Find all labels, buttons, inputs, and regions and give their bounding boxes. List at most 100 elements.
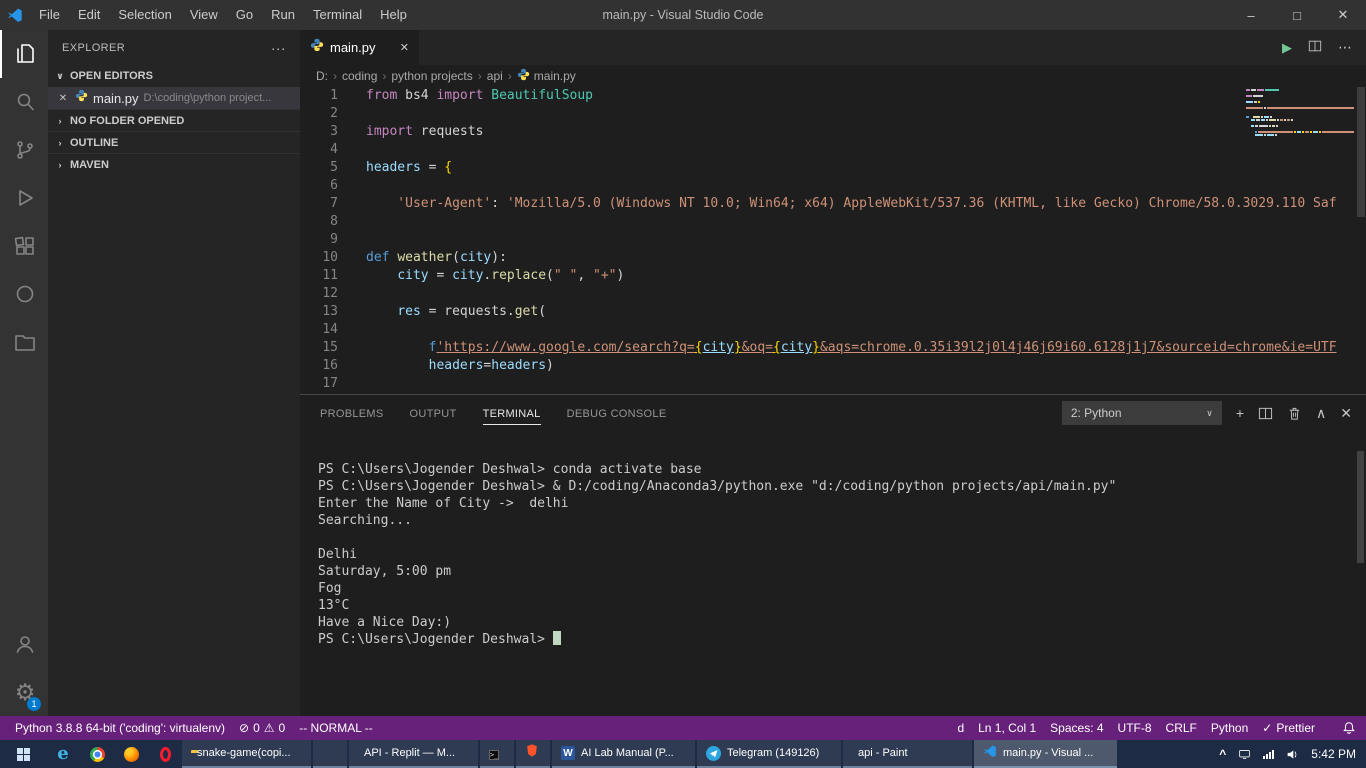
taskbar-item-ai-lab-manual-p[interactable]: W AI Lab Manual (P... (552, 740, 695, 768)
panel-tab-debug-console[interactable]: DEBUG CONSOLE (567, 402, 667, 425)
menu-edit[interactable]: Edit (69, 0, 109, 30)
breadcrumb-item-d[interactable]: D: (316, 69, 328, 83)
tab-label: main.py (330, 40, 376, 55)
firefox-icon[interactable] (114, 740, 148, 768)
breadcrumb-item-python-projects[interactable]: python projects (391, 69, 472, 83)
taskbar-item-main-py-visual[interactable]: main.py - Visual ... (974, 740, 1117, 768)
minimize-button[interactable]: – (1228, 0, 1274, 30)
settings-gear-icon[interactable]: ⚙ 1 (0, 668, 48, 716)
taskbar-item-telegram-149126[interactable]: Telegram (149126) (697, 740, 841, 768)
open-editors-header[interactable]: ∨ OPEN EDITORS (48, 65, 300, 87)
status-ln-1-col-1[interactable]: Ln 1, Col 1 (971, 721, 1043, 735)
code-line: 10 def weather(city): (300, 249, 1366, 267)
opera-icon[interactable] (148, 740, 182, 768)
status-python[interactable]: Python (1204, 721, 1255, 735)
python-file-icon (517, 68, 530, 84)
circle-icon[interactable] (0, 270, 48, 318)
status-prettier[interactable]: ✓ Prettier (1255, 721, 1322, 735)
terminal-shell-select[interactable]: 2: Python ∨ (1061, 401, 1222, 425)
new-terminal-icon[interactable]: + (1236, 405, 1244, 421)
windows-taskbar: e snake-game(copi... API - Replit — M... >… (0, 740, 1366, 768)
more-actions-icon[interactable]: ⋯ (1338, 39, 1352, 56)
menu-go[interactable]: Go (227, 0, 262, 30)
breadcrumb-item-api[interactable]: api (487, 69, 503, 83)
extensions-icon[interactable] (0, 222, 48, 270)
network-icon[interactable] (1263, 749, 1275, 759)
status-crlf[interactable]: CRLF (1159, 721, 1204, 735)
split-editor-icon[interactable] (1308, 39, 1322, 56)
minimap[interactable] (1246, 89, 1354, 140)
terminal-scrollbar[interactable] (1357, 451, 1364, 563)
split-terminal-icon[interactable] (1258, 406, 1273, 421)
close-icon[interactable]: ✕ (56, 93, 70, 104)
clock[interactable]: 5:42 PM (1311, 747, 1356, 761)
chrome-icon[interactable] (80, 740, 114, 768)
status-utf-8[interactable]: UTF-8 (1111, 721, 1159, 735)
line-number: 17 (322, 376, 338, 391)
open-editor-path: D:\coding\python project... (143, 92, 272, 104)
menu-terminal[interactable]: Terminal (304, 0, 371, 30)
terminal-prompt-line: PS C:\Users\Jogender Deshwal> (318, 631, 1366, 648)
code-editor[interactable]: 1 from bs4 import BeautifulSoup 2 3 import r… (300, 87, 1366, 394)
menu-run[interactable]: Run (262, 0, 304, 30)
account-icon[interactable] (0, 620, 48, 668)
code-text: res = requests.get( (397, 304, 547, 319)
chevron-down-icon: ∨ (1206, 407, 1213, 418)
run-python-file-button[interactable]: ▶ (1282, 40, 1292, 56)
maximize-panel-icon[interactable]: ∧ (1316, 405, 1326, 422)
terminal-output[interactable]: PS C:\Users\Jogender Deshwal> conda acti… (300, 431, 1366, 648)
terminal-line: Enter the Name of City -> delhi (318, 496, 569, 511)
cmd-icon: >_ (489, 750, 500, 760)
notifications-bell-icon[interactable] (1342, 721, 1366, 735)
menu-file[interactable]: File (30, 0, 69, 30)
edge-icon[interactable]: e (46, 740, 80, 768)
panel-tab-problems[interactable]: PROBLEMS (320, 402, 384, 425)
sidebar-section-maven[interactable]: › MAVEN (48, 153, 300, 175)
taskbar-item-cmd-icon[interactable]: >_ (480, 740, 514, 768)
editor-actions: ▶ ⋯ (1282, 30, 1366, 65)
breadcrumb-item-main-py[interactable]: main.py (517, 68, 576, 84)
tab-main-py[interactable]: main.py ✕ (300, 30, 420, 65)
explorer-icon[interactable] (0, 30, 48, 78)
taskbar-item-api-paint[interactable]: api - Paint (843, 740, 972, 768)
activity-bar: ⚙ 1 (0, 30, 48, 716)
kill-terminal-icon[interactable] (1287, 406, 1302, 421)
vscode-logo-icon (0, 7, 30, 23)
folder-outline-icon[interactable] (0, 318, 48, 366)
start-button[interactable] (0, 740, 46, 768)
close-panel-icon[interactable]: ✕ (1340, 405, 1352, 422)
run-debug-icon[interactable] (0, 174, 48, 222)
python-interpreter-status[interactable]: Python 3.8.8 64-bit ('coding': virtualen… (8, 721, 232, 735)
more-actions-icon[interactable]: ··· (271, 40, 286, 56)
breadcrumb-item-coding[interactable]: coding (342, 69, 377, 83)
editor-scrollbar[interactable] (1356, 87, 1366, 394)
status-spaces-4[interactable]: Spaces: 4 (1043, 721, 1110, 735)
sidebar-section-outline[interactable]: › OUTLINE (48, 131, 300, 153)
tab-close-icon[interactable]: ✕ (400, 41, 409, 54)
taskbar-item-blue-app-icon[interactable] (313, 740, 347, 768)
taskbar-item-label: Telegram (149126) (727, 747, 820, 759)
taskbar-item-api-replit-m[interactable]: API - Replit — M... (349, 740, 478, 768)
open-editor-main-py[interactable]: ✕ main.py D:\coding\python project... (48, 87, 300, 109)
close-button[interactable]: ✕ (1320, 0, 1366, 30)
panel-tab-terminal[interactable]: TERMINAL (482, 402, 541, 425)
taskbar-item-snake-game-copi[interactable]: snake-game(copi... (182, 740, 311, 768)
volume-icon[interactable] (1286, 748, 1299, 761)
line-number: 3 (330, 124, 338, 139)
code-line: 11 city = city.replace(" ", "+") (300, 267, 1366, 285)
code-line: 9 (300, 231, 1366, 249)
problems-status[interactable]: ⊘ 0 ⚠ 0 (232, 721, 292, 735)
menu-view[interactable]: View (181, 0, 227, 30)
taskbar-item-brave-icon[interactable] (516, 740, 550, 768)
display-tray-icon[interactable] (1238, 748, 1251, 761)
source-control-icon[interactable] (0, 126, 48, 174)
chevron-up-icon[interactable]: ^ (1219, 747, 1226, 761)
sidebar-section-no-folder-opened[interactable]: › NO FOLDER OPENED (48, 109, 300, 131)
menu-selection[interactable]: Selection (109, 0, 180, 30)
search-icon[interactable] (0, 78, 48, 126)
status-d[interactable]: d (950, 721, 971, 735)
error-icon: ⊘ (239, 721, 250, 735)
maximize-button[interactable]: □ (1274, 0, 1320, 30)
panel-tab-output[interactable]: OUTPUT (410, 402, 457, 425)
menu-help[interactable]: Help (371, 0, 416, 30)
